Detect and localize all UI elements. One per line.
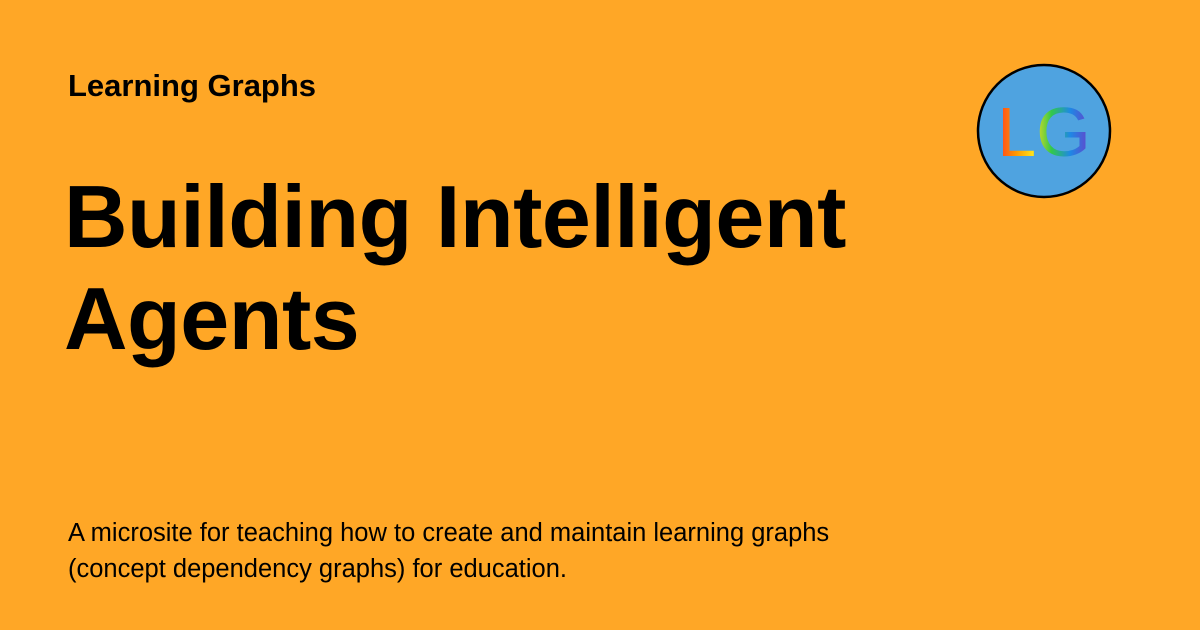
site-name: Learning Graphs bbox=[68, 68, 317, 103]
page-description: A microsite for teaching how to create a… bbox=[68, 519, 830, 583]
lg-logo: LG bbox=[976, 63, 1112, 199]
logo-letters: LG bbox=[997, 93, 1090, 171]
page-title: Building Intelligent Agents bbox=[64, 166, 964, 370]
page-title-line-1: Building Intelligent bbox=[64, 167, 846, 266]
page-title-line-2: Agents bbox=[64, 269, 360, 368]
